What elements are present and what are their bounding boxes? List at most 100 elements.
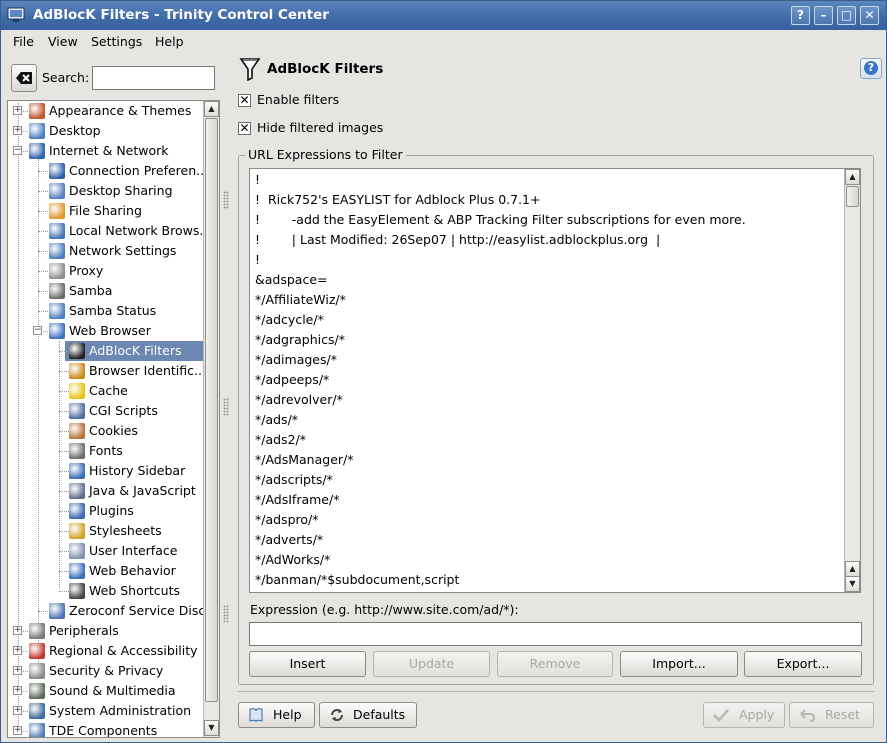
menu-view[interactable]: View	[48, 34, 78, 49]
tree-item[interactable]: + Desktop	[8, 121, 203, 141]
filter-list[interactable]: ! ! Rick752's EASYLIST for Adblock Plus 0…	[249, 168, 861, 593]
filter-expression-item[interactable]: */adcycle/*	[255, 312, 324, 327]
close-button[interactable]: ✕	[860, 6, 879, 25]
expand-icon[interactable]: +	[13, 706, 22, 715]
scroll-up-icon[interactable]: ▲	[845, 169, 860, 185]
filter-expression-item[interactable]: */adscripts/*	[255, 472, 333, 487]
splitter-handle[interactable]	[223, 398, 229, 416]
help-button[interactable]: Help	[238, 702, 315, 728]
filter-expression-item[interactable]: !	[255, 172, 260, 187]
maximize-button[interactable]: □	[837, 6, 856, 25]
tree-item[interactable]: + TDE Components	[8, 721, 203, 737]
scroll-down-icon[interactable]: ▼	[204, 720, 219, 736]
hide-filtered-label[interactable]: Hide filtered images	[257, 120, 383, 135]
tree-item[interactable]: Proxy	[8, 261, 203, 281]
hide-filtered-checkbox[interactable]: ✕	[238, 122, 251, 135]
expand-icon[interactable]: +	[13, 666, 22, 675]
filter-expression-item[interactable]: */adrevolver/*	[255, 392, 343, 407]
filter-expression-item[interactable]: */ads2/*	[255, 432, 306, 447]
tree-item[interactable]: + Regional & Accessibility	[8, 641, 203, 661]
defaults-button[interactable]: Defaults	[319, 702, 417, 728]
title-bar[interactable]: AdBlocK Filters - Trinity Control Center…	[1, 1, 886, 30]
tree-item[interactable]: Web Behavior	[8, 561, 203, 581]
tree-item[interactable]: + System Administration	[8, 701, 203, 721]
tree-item[interactable]: Zeroconf Service Disc...	[8, 601, 217, 621]
tree-item[interactable]: User Interface	[8, 541, 203, 561]
filter-expression-item[interactable]: ! | Last Modified: 26Sep07 | http://easy…	[255, 232, 660, 247]
enable-filters-label[interactable]: Enable filters	[257, 92, 339, 107]
reset-button[interactable]: Reset	[789, 702, 874, 728]
filter-expression-item[interactable]: */banman/*$subdocument,script	[255, 572, 459, 587]
tree-item[interactable]: Java & JavaScript	[8, 481, 203, 501]
collapse-icon[interactable]: −	[33, 326, 42, 335]
expand-icon[interactable]: +	[13, 126, 22, 135]
tree-item[interactable]: + Security & Privacy	[8, 661, 203, 681]
menu-file[interactable]: File	[13, 34, 34, 49]
filter-expression-item[interactable]: !	[255, 252, 260, 267]
context-help-button[interactable]: ?	[791, 6, 810, 25]
scroll-up-icon[interactable]: ▲	[204, 101, 219, 117]
filter-expression-item[interactable]: */adverts/*	[255, 532, 323, 547]
tree-item[interactable]: − Web Browser	[8, 321, 203, 341]
splitter-handle[interactable]	[223, 191, 229, 209]
tree-item[interactable]: − Internet & Network	[8, 141, 203, 161]
filter-expression-item[interactable]: */AdsManager/*	[255, 452, 354, 467]
apply-button[interactable]: Apply	[703, 702, 785, 728]
tree-item[interactable]: History Sidebar	[8, 461, 203, 481]
filter-expression-item[interactable]: */adpeeps/*	[255, 372, 329, 387]
tree-item[interactable]: Network Settings	[8, 241, 203, 261]
tree-scroll-thumb[interactable]	[205, 118, 218, 702]
tree-item[interactable]: Desktop Sharing	[8, 181, 203, 201]
whats-this-button[interactable]: ?	[860, 58, 882, 79]
scroll-up-icon[interactable]: ▲	[845, 561, 860, 577]
enable-filters-checkbox[interactable]: ✕	[238, 94, 251, 107]
filter-expression-item[interactable]: */adimages/*	[255, 352, 337, 367]
expand-icon[interactable]: +	[13, 726, 22, 735]
tree-item[interactable]: Browser Identific...	[8, 361, 206, 381]
tree-item[interactable]: + Sound & Multimedia	[8, 681, 203, 701]
expression-input[interactable]	[249, 622, 862, 646]
tree-item[interactable]: Fonts	[8, 441, 203, 461]
tree-item[interactable]: File Sharing	[8, 201, 203, 221]
filter-expression-item[interactable]: */adgraphics/*	[255, 332, 345, 347]
filter-expression-item[interactable]: */adspro/*	[255, 512, 318, 527]
filter-expression-item[interactable]: &adspace=	[255, 272, 328, 287]
tree-item[interactable]: Cache	[8, 381, 203, 401]
insert-button[interactable]: Insert	[249, 651, 366, 677]
expand-icon[interactable]: +	[13, 646, 22, 655]
filter-expression-item[interactable]: ! Rick752's EASYLIST for Adblock Plus 0.…	[255, 192, 541, 207]
export-button[interactable]: Export...	[744, 651, 862, 677]
tree-item[interactable]: CGI Scripts	[8, 401, 203, 421]
menu-settings[interactable]: Settings	[91, 34, 142, 49]
tree-item[interactable]: + Peripherals	[8, 621, 203, 641]
tree-scrollbar[interactable]: ▲ ▼	[203, 101, 219, 737]
filter-expression-item[interactable]: */ads/*	[255, 412, 298, 427]
filter-expression-item[interactable]: */AdWorks/*	[255, 552, 330, 567]
filter-expression-item[interactable]: ! -add the EasyElement & ABP Tracking Fi…	[255, 212, 746, 227]
clear-search-button[interactable]	[11, 64, 37, 92]
tree-item[interactable]: Plugins	[8, 501, 203, 521]
filter-list-scrollbar[interactable]: ▲ ▲ ▼	[844, 169, 860, 592]
tree-item[interactable]: Connection Preferen...	[8, 161, 208, 181]
expand-icon[interactable]: +	[13, 686, 22, 695]
menu-help[interactable]: Help	[155, 34, 184, 49]
filter-scroll-thumb[interactable]	[846, 186, 859, 207]
tree-item[interactable]: Web Shortcuts	[8, 581, 203, 601]
splitter-handle[interactable]	[223, 605, 229, 623]
tree-item[interactable]: Stylesheets	[8, 521, 203, 541]
minimize-button[interactable]: –	[814, 6, 833, 25]
filter-expression-item[interactable]: */AffiliateWiz/*	[255, 292, 346, 307]
update-button[interactable]: Update	[373, 651, 490, 677]
import-button[interactable]: Import...	[620, 651, 738, 677]
filter-expression-item[interactable]: */AdsIframe/*	[255, 492, 339, 507]
tree-item[interactable]: Local Network Brows...	[8, 221, 211, 241]
search-input[interactable]	[92, 66, 215, 90]
scroll-down-icon[interactable]: ▼	[845, 576, 860, 592]
tree-item[interactable]: AdBlocK Filters	[8, 341, 203, 361]
expand-icon[interactable]: +	[13, 626, 22, 635]
remove-button[interactable]: Remove	[497, 651, 613, 677]
tree-item[interactable]: Cookies	[8, 421, 203, 441]
tree-item[interactable]: + Appearance & Themes	[8, 101, 203, 121]
collapse-icon[interactable]: −	[13, 146, 22, 155]
expand-icon[interactable]: +	[13, 106, 22, 115]
